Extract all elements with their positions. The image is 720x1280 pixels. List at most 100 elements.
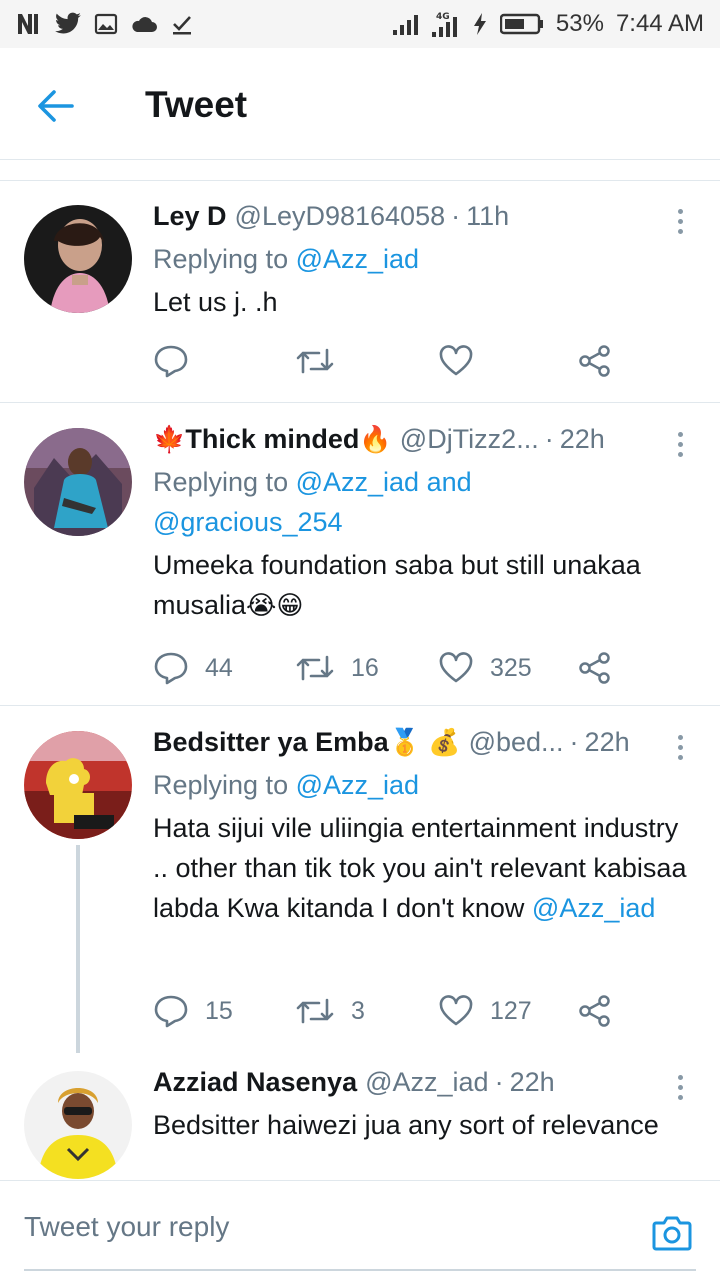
tweet-text-body: Umeeka foundation saba but still unakaa … [153,550,641,620]
retweet-icon [296,998,334,1024]
retweet-count: 3 [351,996,365,1025]
replying-to-label: Replying to [153,770,296,800]
arrow-left-icon [38,90,74,122]
status-bar: 4G 53% 7:44 AM [0,0,720,48]
signal-icon [392,15,418,35]
mention-link[interactable]: @Azz_iad [296,770,419,800]
back-button[interactable] [34,86,78,126]
like-count: 325 [490,653,532,682]
camera-icon [652,1216,692,1251]
heart-icon [439,345,473,376]
more-options-icon[interactable] [670,201,690,241]
tweet-emoji: 😭😁 [246,590,304,620]
like-button[interactable]: 325 [438,652,532,684]
page-title: Tweet [145,84,248,125]
battery-icon [499,13,543,35]
retweet-button[interactable]: 16 [295,653,379,683]
mention-link[interactable]: @Azz_iad [296,244,419,274]
replying-to: Replying to @Azz_iad [153,239,692,279]
netflix-icon [18,14,38,34]
retweet-button[interactable] [295,346,351,376]
like-button[interactable]: 127 [438,995,532,1027]
reply-icon [154,995,188,1028]
more-options-icon[interactable] [670,727,690,767]
display-name[interactable]: Azziad Nasenya [153,1067,357,1098]
separator-dot: · [451,201,461,231]
share-button[interactable] [578,651,612,685]
mention-link[interactable]: @Azz_iad [296,467,419,497]
separator-dot: · [494,1067,504,1097]
download-done-icon [173,16,191,35]
image-icon [94,13,118,35]
display-name[interactable]: Ley D [153,201,227,232]
timestamp: 22h [559,424,605,454]
reply-input[interactable]: Tweet your reply [24,1211,229,1243]
user-handle[interactable]: @DjTizz2... [400,424,539,455]
reply-button[interactable]: 44 [153,651,233,685]
camera-button[interactable] [650,1211,694,1255]
tweet-text: Hata sijui vile uliingia entertainment i… [153,808,692,928]
reply-tweet[interactable]: Ley D @LeyD98164058 · 11h Replying to @A… [0,181,720,403]
share-button[interactable] [578,344,612,378]
mention-link[interactable]: @gracious_254 [153,507,343,537]
display-name-text: Bedsitter ya Emba [153,727,389,757]
retweet-count: 16 [351,653,379,682]
timestamp: 11h [466,201,510,231]
avatar[interactable] [24,428,132,536]
reply-count: 15 [205,996,233,1025]
display-name-text: Thick minded [185,424,360,454]
more-options-icon[interactable] [670,424,690,464]
replying-to-label: Replying to [153,244,296,274]
display-name[interactable]: 🍁Thick minded🔥 [153,424,392,455]
like-count: 127 [490,996,532,1025]
timestamp: 22h [509,1067,555,1097]
heart-icon [439,995,473,1026]
retweet-icon [296,655,334,681]
avatar[interactable] [24,205,132,313]
reply-button[interactable] [153,344,205,378]
reply-tweet[interactable]: Bedsitter ya Emba🥇 💰 @bed... · 22h Reply… [0,707,720,1063]
tweet-text: Let us j. .h [153,287,278,317]
notification-icons [16,12,194,36]
reply-button[interactable]: 15 [153,994,233,1028]
retweet-button[interactable]: 3 [295,996,365,1026]
reply-tweet[interactable]: Azziad Nasenya @Azz_iad · 22h Bedsitter … [0,1053,720,1180]
maple-leaf-emoji: 🍁 [153,424,186,454]
reply-tweet[interactable]: 🍁Thick minded🔥 @DjTizz2... · 22h Replyin… [0,404,720,706]
user-handle[interactable]: @LeyD98164058 [235,201,446,232]
user-handle[interactable]: @bed... [469,727,564,758]
reply-count: 44 [205,653,233,682]
timestamp: 22h [584,727,630,757]
input-underline [24,1269,696,1271]
separator-dot: · [569,727,579,757]
replying-to-label: Replying to [153,467,296,497]
signal-4g-icon: 4G [431,12,457,37]
tweet-actions [153,341,660,381]
separator-dot: · [544,424,554,454]
share-icon [579,652,610,684]
user-handle[interactable]: @Azz_iad [365,1067,488,1098]
reply-composer: Tweet your reply [0,1180,720,1280]
replying-and: and [419,467,472,497]
avatar[interactable] [24,731,132,839]
heart-icon [439,652,473,683]
share-icon [579,345,610,377]
more-options-icon[interactable] [670,1067,690,1107]
thread-connector [76,845,80,1063]
tweet-actions: 15 3 127 [153,991,660,1031]
twitter-bird-icon [55,12,81,34]
replying-to: Replying to @Azz_iad [153,765,692,805]
clock: 7:44 AM [615,10,704,37]
share-button[interactable] [578,994,612,1028]
replying-to: Replying to @Azz_iad and @gracious_254 [153,462,692,542]
tweet-text: Bedsitter haiwezi jua any sort of releva… [153,1110,659,1140]
display-name[interactable]: Bedsitter ya Emba🥇 💰 [153,727,461,758]
svg-text:4G: 4G [436,12,450,22]
mention-link[interactable]: @Azz_iad [532,893,655,923]
cloud-icon [132,17,157,32]
retweet-icon [296,348,334,374]
fire-emoji: 🔥 [359,424,392,454]
like-button[interactable] [438,345,490,377]
avatar[interactable] [24,1071,132,1179]
battery-percent: 53% [555,10,604,37]
